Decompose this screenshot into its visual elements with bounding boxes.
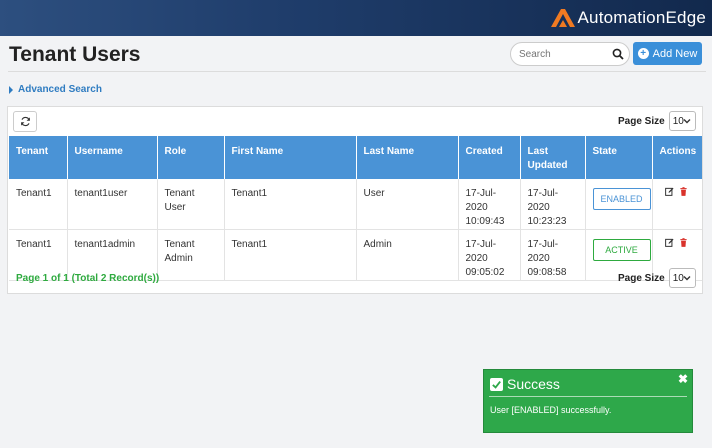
cell-created: 17-Jul-2020 09:05:02 bbox=[458, 229, 521, 281]
col-created[interactable]: Created bbox=[458, 136, 521, 179]
delete-icon[interactable] bbox=[679, 238, 688, 247]
cell-first-name: Tenant1 bbox=[224, 179, 357, 230]
cell-tenant: Tenant1 bbox=[9, 179, 68, 230]
search-input[interactable] bbox=[519, 43, 615, 65]
page-title: Tenant Users bbox=[9, 43, 141, 66]
search-box[interactable] bbox=[510, 42, 630, 66]
col-actions: Actions bbox=[652, 136, 702, 179]
caret-right-icon bbox=[9, 85, 13, 94]
cell-role: Tenant User bbox=[157, 179, 225, 230]
toast-message: User [ENABLED] successfully. bbox=[490, 405, 612, 415]
cell-first-name: Tenant1 bbox=[224, 229, 357, 281]
add-new-button[interactable]: + Add New bbox=[633, 42, 702, 65]
success-toast: Success ✖ User [ENABLED] successfully. bbox=[483, 369, 693, 433]
check-icon bbox=[490, 377, 503, 391]
state-badge[interactable]: ENABLED bbox=[592, 188, 651, 210]
cell-last-updated: 17-Jul-2020 10:23:23 bbox=[520, 179, 586, 230]
col-role[interactable]: Role bbox=[157, 136, 225, 179]
cell-last-name: User bbox=[356, 179, 459, 230]
brand-name: AutomationEdge bbox=[577, 8, 706, 27]
table-row: Tenant1 tenant1user Tenant User Tenant1 … bbox=[9, 179, 702, 230]
col-last-updated[interactable]: Last Updated bbox=[520, 136, 586, 179]
cell-role: Tenant Admin bbox=[157, 229, 225, 281]
cell-created: 17-Jul-2020 10:09:43 bbox=[458, 179, 521, 230]
cell-last-updated: 17-Jul-2020 09:08:58 bbox=[520, 229, 586, 281]
search-icon[interactable] bbox=[612, 48, 624, 60]
chevron-down-icon bbox=[683, 119, 691, 124]
cell-last-name: Admin bbox=[356, 229, 459, 281]
page-size-top: Page Size 10 bbox=[618, 111, 696, 131]
page-size-bottom: Page Size 10 bbox=[618, 268, 696, 288]
col-tenant[interactable]: Tenant bbox=[9, 136, 68, 179]
cell-state: ENABLED bbox=[585, 179, 653, 230]
page-size-label: Page Size bbox=[618, 272, 665, 284]
brand-logo: AutomationEdge bbox=[550, 5, 707, 31]
chevron-down-icon bbox=[683, 276, 691, 281]
delete-icon[interactable] bbox=[679, 187, 688, 196]
table-header-row: Tenant Username Role First Name Last Nam… bbox=[9, 136, 702, 179]
top-bar: AutomationEdge bbox=[0, 0, 712, 36]
toast-title: Success bbox=[507, 376, 560, 392]
col-username[interactable]: Username bbox=[67, 136, 158, 179]
close-icon[interactable]: ✖ bbox=[678, 372, 688, 386]
col-last-name[interactable]: Last Name bbox=[356, 136, 459, 179]
add-new-label: Add New bbox=[652, 47, 698, 60]
advanced-search-toggle[interactable]: Advanced Search bbox=[9, 84, 102, 95]
refresh-icon bbox=[20, 116, 30, 127]
page-size-select[interactable]: 10 bbox=[668, 111, 696, 131]
cell-username: tenant1user bbox=[67, 179, 158, 230]
plus-circle-icon: + bbox=[637, 48, 649, 59]
page-size-select[interactable]: 10 bbox=[668, 268, 696, 288]
edit-icon[interactable] bbox=[664, 187, 674, 196]
col-first-name[interactable]: First Name bbox=[224, 136, 357, 179]
state-badge[interactable]: ACTIVE bbox=[592, 239, 651, 261]
col-state[interactable]: State bbox=[585, 136, 653, 179]
page-size-label: Page Size bbox=[618, 115, 665, 127]
refresh-button[interactable] bbox=[13, 111, 37, 132]
cell-actions bbox=[652, 179, 702, 230]
automationedge-logo-icon bbox=[550, 9, 575, 27]
pagination-summary: Page 1 of 1 (Total 2 Record(s)) bbox=[16, 273, 160, 284]
users-panel: Page Size 10 Tenant Username Role First … bbox=[7, 106, 703, 294]
users-table: Tenant Username Role First Name Last Nam… bbox=[9, 136, 702, 281]
advanced-search-label: Advanced Search bbox=[18, 84, 102, 95]
edit-icon[interactable] bbox=[664, 238, 674, 247]
header-divider bbox=[8, 71, 706, 72]
